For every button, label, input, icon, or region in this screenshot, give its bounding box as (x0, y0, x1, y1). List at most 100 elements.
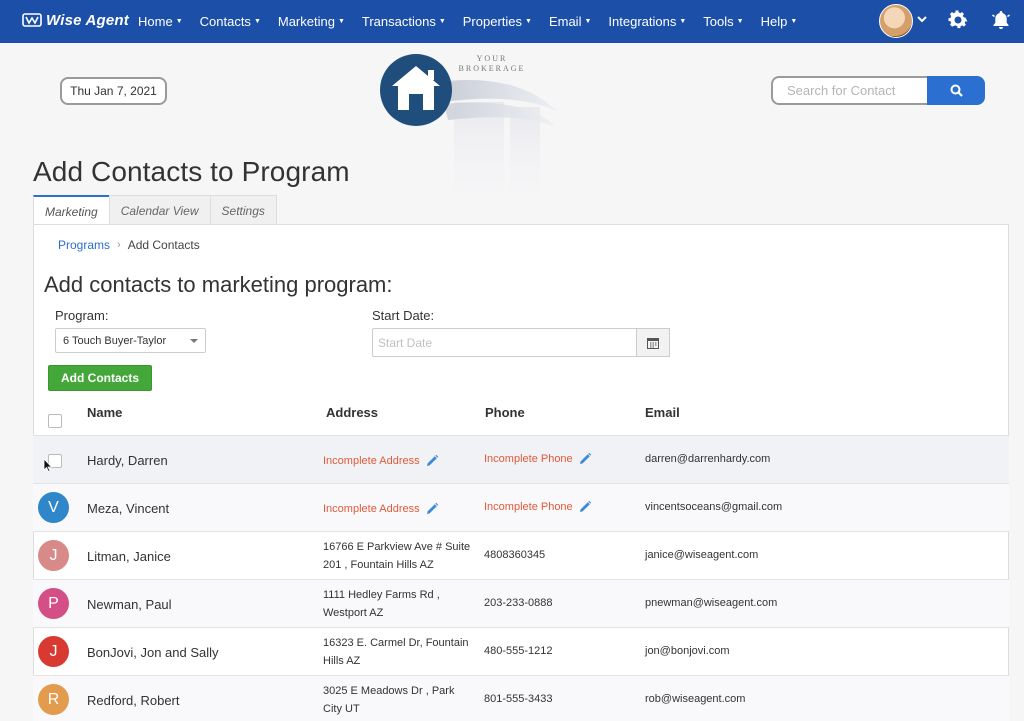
nav-item-label: Email (548, 14, 582, 29)
contact-avatar[interactable]: R (38, 684, 69, 715)
contact-email: pnewman@wiseagent.com (645, 597, 778, 609)
nav-item-home[interactable]: Home ▼ (138, 14, 183, 29)
contact-avatar[interactable]: J (38, 540, 69, 571)
column-header-address[interactable]: Address (326, 405, 378, 420)
nav-item-label: Integrations (608, 14, 677, 29)
table-row[interactable]: P Newman, Paul 1111 Hedley Farms Rd , Westp… (33, 579, 1009, 627)
nav-item-tools[interactable]: Tools ▼ (703, 14, 743, 29)
phone-value: 203-233-0888 (484, 597, 553, 609)
nav-item-label: Contacts (199, 14, 251, 29)
brokerage-text-line2: BROKERAGE (458, 64, 526, 73)
column-header-phone[interactable]: Phone (485, 405, 525, 420)
table-row[interactable]: Hardy, Darren Incomplete Address Incomplet… (33, 435, 1009, 483)
contact-name[interactable]: Redford, Robert (87, 693, 180, 708)
address-line1: 3025 E Meadows Dr , Park (323, 685, 455, 697)
contact-name[interactable]: Meza, Vincent (87, 501, 169, 516)
nav-item-email[interactable]: Email ▼ (549, 14, 591, 29)
table-row[interactable]: R Redford, Robert 3025 E Meadows Dr , Park… (33, 675, 1009, 721)
search-input[interactable] (771, 76, 929, 105)
contact-phone: 480-555-1212 (484, 645, 553, 657)
column-header-name[interactable]: Name (87, 405, 122, 420)
contact-phone: 4808360345 (484, 549, 545, 561)
contact-address[interactable]: Incomplete Address (323, 500, 478, 518)
nav-item-label: Help (760, 14, 788, 29)
contact-name[interactable]: Litman, Janice (87, 549, 171, 564)
contact-email: janice@wiseagent.com (645, 549, 759, 561)
contact-avatar[interactable]: J (38, 636, 69, 667)
nav-item-properties[interactable]: Properties ▼ (463, 14, 532, 29)
wise-agent-logo[interactable]: Wise Agent (22, 10, 129, 30)
nav-item-contacts[interactable]: Contacts ▼ (200, 14, 261, 29)
pencil-icon[interactable] (425, 454, 439, 468)
incomplete-phone-label[interactable]: Incomplete Phone (484, 501, 573, 513)
contact-address: 3025 E Meadows Dr , Park City UT (323, 682, 478, 718)
address-line2: City UT (323, 703, 360, 715)
address-line2: Westport AZ (323, 607, 384, 619)
breadcrumb-current: Add Contacts (127, 238, 200, 252)
contact-phone[interactable]: Incomplete Phone (484, 452, 592, 466)
contact-address: 16766 E Parkview Ave # Suite 201 , Founta… (323, 538, 478, 574)
bell-icon[interactable] (990, 9, 1012, 31)
breadcrumb: Programs › Add Contacts (58, 238, 200, 252)
contact-avatar[interactable]: V (38, 492, 69, 523)
caret-down-icon: ▼ (337, 18, 345, 25)
pencil-icon[interactable] (578, 452, 592, 466)
program-select-value: 6 Touch Buyer-Taylor (63, 334, 167, 347)
tab-marketing[interactable]: Marketing (33, 195, 110, 226)
logo-text: Wise Agent (46, 11, 129, 29)
nav-item-integrations[interactable]: Integrations ▼ (608, 14, 686, 29)
program-tabs: Marketing Calendar View Settings (33, 195, 277, 226)
incomplete-address-label[interactable]: Incomplete Address (323, 455, 420, 467)
contact-email: vincentsoceans@gmail.com (645, 501, 783, 513)
pencil-icon[interactable] (425, 502, 439, 516)
brokerage-text-line1: YOUR (476, 54, 508, 63)
select-all-checkbox[interactable] (48, 414, 62, 428)
gear-icon[interactable] (946, 8, 970, 32)
contact-name[interactable]: Newman, Paul (87, 597, 172, 612)
incomplete-phone-label[interactable]: Incomplete Phone (484, 453, 573, 465)
tab-calendar-view[interactable]: Calendar View (108, 195, 211, 225)
column-header-email[interactable]: Email (645, 405, 680, 420)
contact-search (771, 76, 985, 105)
breadcrumb-programs-link[interactable]: Programs (58, 238, 110, 252)
current-date: Thu Jan 7, 2021 (60, 77, 167, 105)
caret-down-icon: ▼ (438, 18, 446, 25)
top-nav-bar: Wise Agent Home ▼ Contacts ▼ Marketing ▼ Trans… (0, 0, 1024, 43)
search-button[interactable] (927, 76, 985, 105)
contact-phone: 801-555-3433 (484, 693, 553, 705)
nav-item-label: Properties (462, 14, 523, 29)
table-row[interactable]: V Meza, Vincent Incomplete Address Incomple… (33, 483, 1009, 531)
table-row[interactable]: J BonJovi, Jon and Sally 16323 E. Carmel D… (33, 627, 1009, 675)
nav-item-marketing[interactable]: Marketing ▼ (278, 14, 345, 29)
program-select[interactable]: 6 Touch Buyer-Taylor (55, 328, 206, 353)
caret-down-icon: ▼ (525, 18, 532, 25)
main-nav: Home ▼ Contacts ▼ Marketing ▼ Transactions ▼ Pro… (138, 0, 814, 43)
calendar-button[interactable] (636, 328, 670, 357)
user-avatar[interactable] (879, 4, 913, 38)
start-date-input[interactable] (372, 328, 637, 357)
contact-address[interactable]: Incomplete Address (323, 452, 478, 470)
phone-value: 480-555-1212 (484, 645, 553, 657)
contact-avatar[interactable]: P (38, 588, 69, 619)
contact-name[interactable]: Hardy, Darren (87, 453, 168, 468)
nav-item-help[interactable]: Help ▼ (761, 14, 798, 29)
tab-settings[interactable]: Settings (209, 195, 277, 225)
chevron-down-icon[interactable] (916, 13, 928, 25)
contact-address: 16323 E. Carmel Dr, Fountain Hills AZ (323, 634, 478, 670)
table-row[interactable]: J Litman, Janice 16766 E Parkview Ave # Su… (33, 531, 1009, 579)
contact-name[interactable]: BonJovi, Jon and Sally (87, 645, 219, 660)
nav-item-transactions[interactable]: Transactions ▼ (362, 14, 446, 29)
contact-email: darren@darrenhardy.com (645, 453, 771, 465)
phone-value: 4808360345 (484, 549, 546, 561)
incomplete-address-label[interactable]: Incomplete Address (323, 503, 420, 515)
add-contacts-button[interactable]: Add Contacts (48, 365, 152, 391)
program-label: Program: (55, 308, 109, 323)
contact-phone[interactable]: Incomplete Phone (484, 500, 592, 514)
nav-item-label: Tools (703, 14, 734, 29)
breadcrumb-separator: › (117, 239, 121, 251)
contact-address: 1111 Hedley Farms Rd , Westport AZ (323, 586, 478, 622)
pencil-icon[interactable] (578, 500, 592, 514)
start-date-label: Start Date: (372, 308, 435, 323)
brokerage-logo (380, 54, 558, 222)
nav-item-label: Home (138, 14, 173, 29)
